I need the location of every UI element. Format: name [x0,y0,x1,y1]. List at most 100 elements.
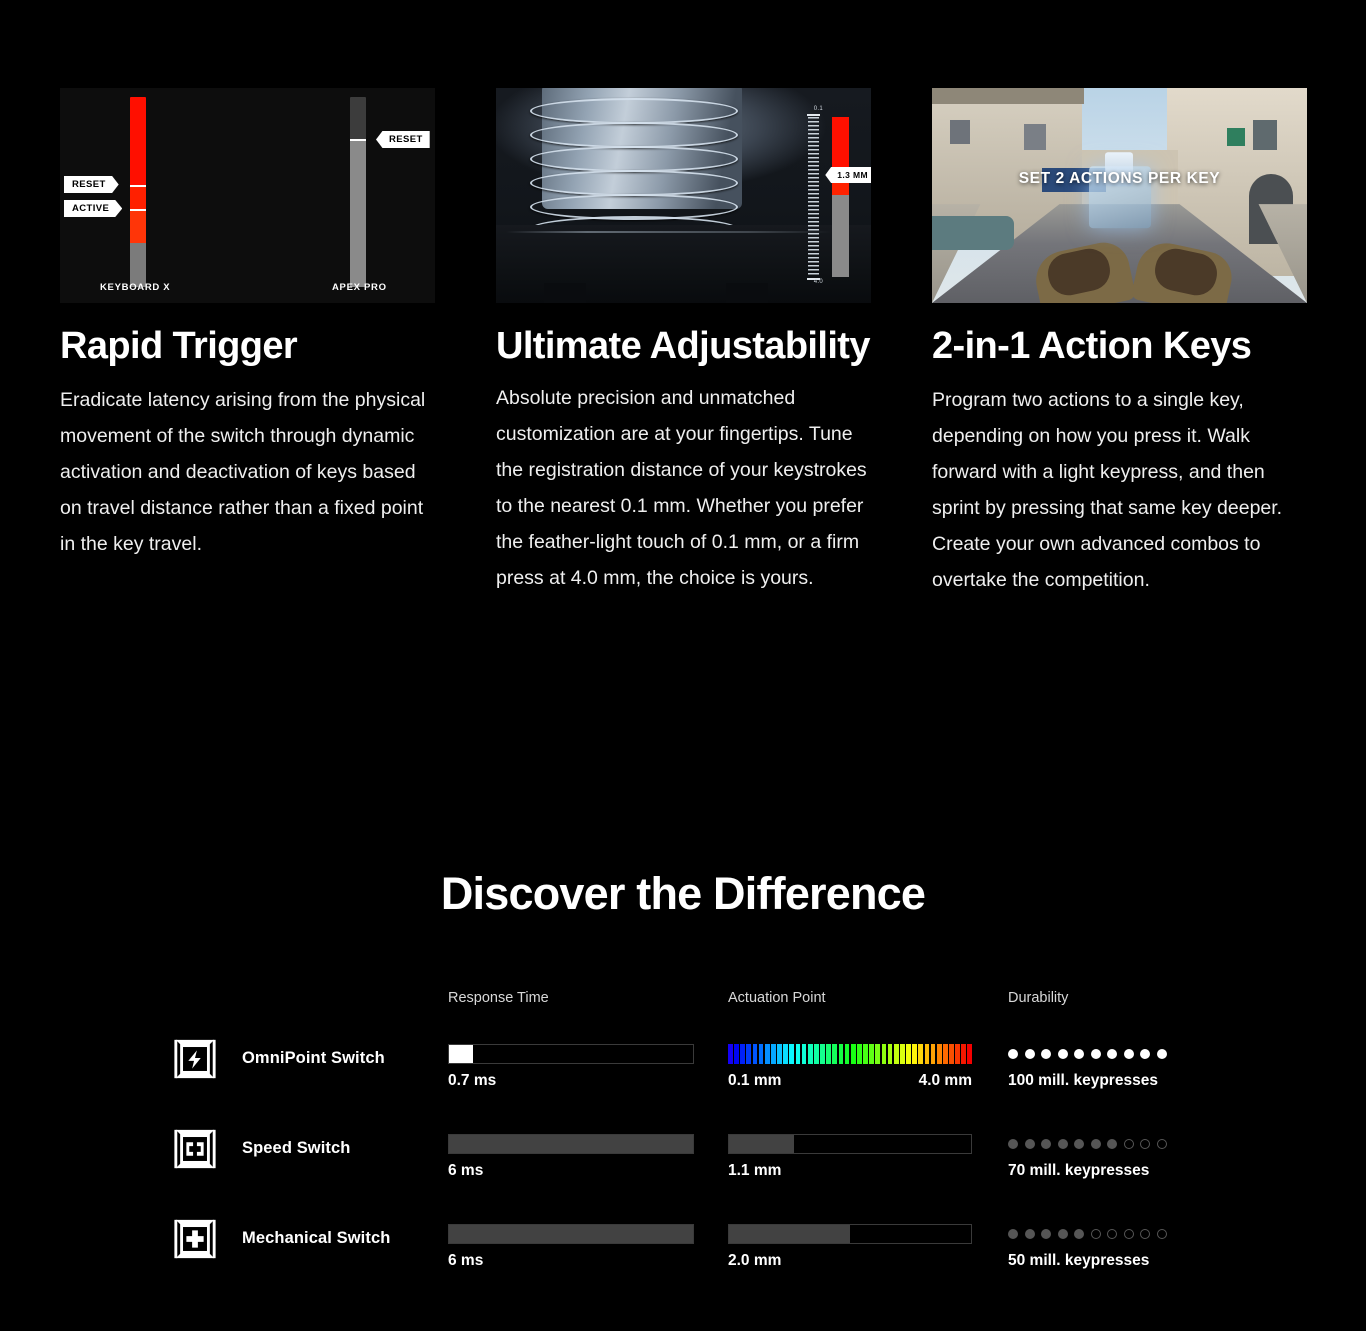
actuation-value-row: 1.1 mm [728,1162,972,1180]
dot-filled [1090,1049,1101,1059]
actuation-bar [728,1224,972,1244]
spectrum-stripe [918,1044,924,1064]
feature-card-action-keys: SET 2 ACTIONS PER KEY 2-in-1 Action Keys… [932,88,1307,598]
spectrum-stripe [832,1044,838,1064]
response-time-value-row: 0.7 ms [448,1072,694,1090]
keyboard-x-reset-label: RESET [64,176,119,193]
spectrum-stripe [783,1044,789,1064]
response-time-value: 6 ms [448,1252,484,1269]
plus-switch-icon [172,1216,218,1262]
metric-durability: 70 mill. keypresses [1008,1134,1198,1180]
dot-filled [1024,1049,1035,1059]
column-header-response-time: Response Time [448,990,549,1006]
spectrum-stripe [777,1044,782,1064]
dot-empty [1156,1139,1167,1149]
dot-filled [1107,1139,1117,1149]
lightning-switch-icon [172,1036,218,1082]
spectrum-stripe [795,1044,801,1064]
metric-durability: 50 mill. keypresses [1008,1224,1198,1270]
actuation-min-value: 2.0 mm [728,1252,782,1269]
spectrum-stripe [881,1044,887,1064]
response-time-bar [448,1224,694,1244]
window [1024,124,1046,150]
spectrum-stripe [820,1044,825,1064]
spectrum-stripe [893,1044,899,1064]
keyboard-x-caption: KEYBOARD X [100,282,171,293]
game-overlay-text: SET 2 ACTIONS PER KEY [1018,170,1221,187]
spectrum-stripe [942,1044,948,1064]
dot-filled [1024,1229,1035,1239]
feature-title: Ultimate Adjustability [496,325,870,367]
table-row: Mechanical Switch 6 ms 2.0 mm 50 mill. k… [168,1194,1198,1284]
spectrum-stripe [850,1044,856,1064]
photo-canvas: SET 2 ACTIONS PER KEY [932,88,1307,303]
spectrum-stripe [807,1044,813,1064]
spectrum-stripe [930,1044,936,1064]
response-time-value-row: 6 ms [448,1162,694,1180]
dot-filled [1074,1049,1084,1059]
metric-response-time: 0.7 ms [448,1044,694,1090]
photo-canvas: 0.1 4.0 1.3 MM [496,88,871,303]
dot-filled [1057,1049,1068,1059]
metric-actuation-point: 0.1 mm 4.0 mm [728,1044,973,1090]
spring-coil [530,146,738,172]
bar-fill [449,1135,693,1153]
dot-filled [1156,1049,1167,1059]
feature-card-rapid-trigger: RESET ACTIVE RESET KEYBOARD X APEX PRO R… [60,88,435,598]
spectrum-stripe [955,1044,960,1064]
dot-filled [1074,1229,1084,1239]
actuation-callout: 1.3 MM [825,167,871,183]
dot-empty [1123,1139,1134,1149]
spectrum-stripe [856,1044,862,1064]
response-time-bar [448,1044,694,1064]
actuation-min-value: 1.1 mm [728,1162,782,1179]
table-row: Speed Switch 6 ms 1.1 mm 70 mill. keypre… [168,1104,1198,1194]
apex-pro-caption: APEX PRO [332,282,387,293]
spectrum-stripe [728,1044,733,1064]
dot-empty [1090,1229,1101,1239]
dot-empty [1140,1139,1150,1149]
dot-filled [1041,1139,1051,1149]
actuation-min-value: 0.1 mm [728,1072,782,1089]
apex-pro-travel-bar [350,97,366,287]
dot-empty [1107,1229,1117,1239]
spectrum-stripe [734,1044,739,1064]
window [1253,120,1277,150]
spectrum-stripe [875,1044,881,1064]
durability-dots [1008,1134,1198,1154]
bar-fill [449,1225,693,1243]
switch-spring-photo: 0.1 4.0 1.3 MM [496,88,871,303]
spectrum-stripe [961,1044,967,1064]
metric-actuation-point: 2.0 mm [728,1224,972,1270]
ruler-bottom-value: 4.0 [813,279,823,285]
switch-name: Speed Switch [242,1139,351,1157]
keyboard-x-travel-bar [130,97,146,287]
column-header-actuation-point: Actuation Point [728,990,826,1006]
feature-title: Rapid Trigger [60,325,298,367]
spectrum-stripe [740,1044,746,1064]
metric-response-time: 6 ms [448,1134,694,1180]
spectrum-stripe [801,1044,807,1064]
spectrum-stripe [906,1044,911,1064]
dot-empty [1123,1229,1134,1239]
table-row: OmniPoint Switch 0.7 ms 0.1 mm 4.0 mm 10… [168,1014,1198,1104]
dot-empty [1156,1229,1167,1239]
durability-value-row: 50 mill. keypresses [1008,1252,1198,1270]
durability-value-row: 70 mill. keypresses [1008,1162,1198,1180]
building-ledge [932,88,1084,104]
spectrum-stripe [752,1044,758,1064]
actuation-max-value: 4.0 mm [918,1072,972,1089]
game-screenshot: SET 2 ACTIONS PER KEY [932,88,1307,303]
metric-response-time: 6 ms [448,1224,694,1270]
spectrum-stripe [899,1044,905,1064]
dot-filled [1107,1049,1117,1059]
table-header: Response Time Actuation Point Durability [168,990,1198,1014]
dot-filled [1008,1139,1018,1149]
spectrum-stripe [869,1044,874,1064]
response-time-value: 0.7 ms [448,1072,497,1089]
dot-filled [1041,1229,1051,1239]
spring-coil [530,122,738,148]
apex-pro-reset-label: RESET [376,131,430,148]
column-header-durability: Durability [1008,990,1069,1006]
response-time-value-row: 6 ms [448,1252,694,1270]
